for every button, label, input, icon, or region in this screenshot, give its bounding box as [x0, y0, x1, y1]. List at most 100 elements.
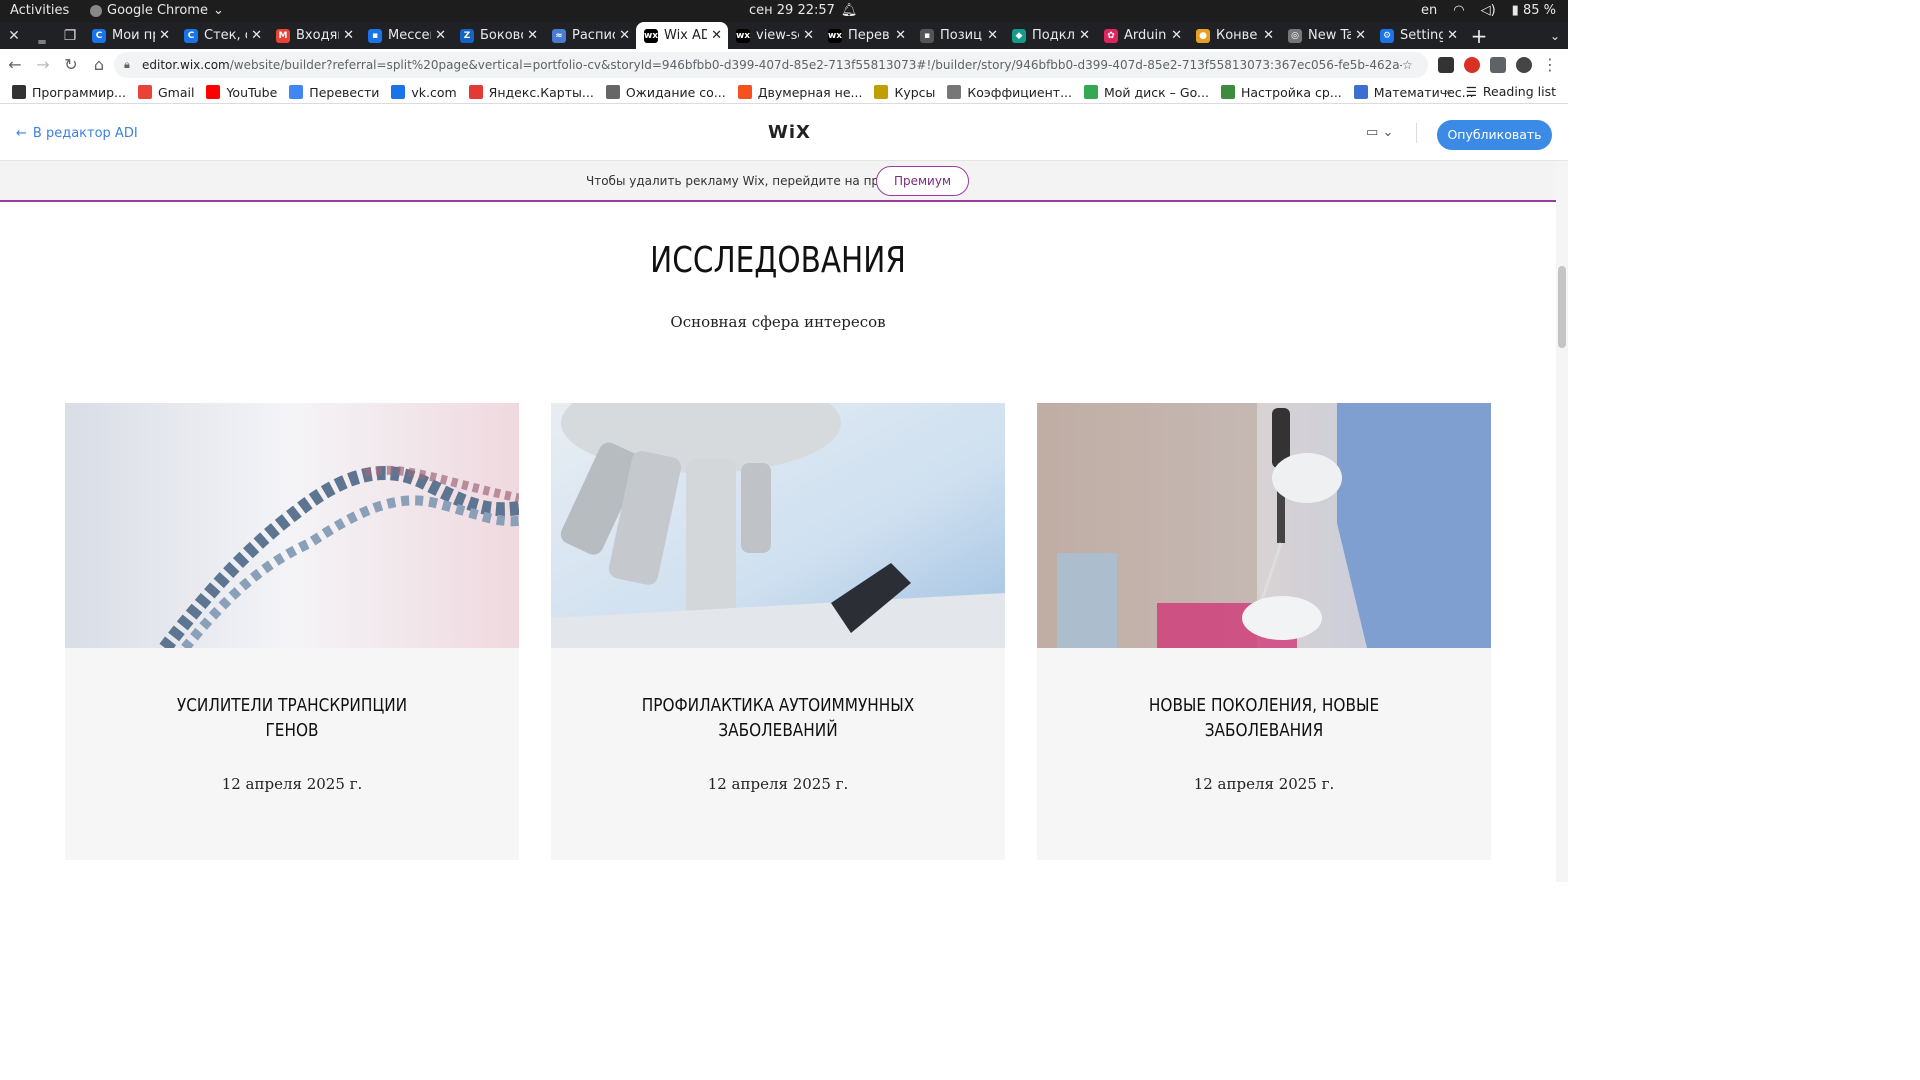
tab-favicon-icon: M: [276, 28, 290, 43]
volume-icon: ◁): [1480, 3, 1496, 18]
research-card[interactable]: НОВЫЕ ПОКОЛЕНИЯ, НОВЫЕ ЗАБОЛЕВАНИЯ 12 ап…: [1037, 403, 1491, 860]
activities-button[interactable]: Activities: [10, 3, 69, 18]
back-to-editor-link[interactable]: ← В редактор ADI: [16, 126, 138, 141]
research-card[interactable]: ПРОФИЛАКТИКА АУТОИММУННЫХ ЗАБОЛЕВАНИЙ 12…: [551, 403, 1005, 860]
bookmark-label: Программир...: [32, 84, 126, 100]
browser-tab[interactable]: Z Боково ✕: [452, 22, 544, 49]
extensions-puzzle-icon[interactable]: [1490, 56, 1506, 73]
premium-button[interactable]: Премиум: [876, 166, 969, 196]
home-icon[interactable]: ⌂: [86, 52, 112, 78]
reading-list-button[interactable]: ☰ Reading list: [1466, 84, 1556, 99]
more-bookmarks-icon[interactable]: »: [1444, 84, 1452, 99]
bookmark-star-icon[interactable]: ☆: [1402, 58, 1428, 72]
bookmark-item[interactable]: Курсы: [874, 85, 935, 100]
close-tab-icon[interactable]: ✕: [527, 28, 538, 43]
minimize-window-icon[interactable]: ‗: [28, 28, 56, 44]
close-tab-icon[interactable]: ✕: [1263, 28, 1274, 43]
card-title: УСИЛИТЕЛИ ТРАНСКРИПЦИИ ГЕНОВ: [116, 693, 468, 743]
browser-tab[interactable]: C Стек, о ✕: [176, 22, 268, 49]
close-window-icon[interactable]: ✕: [0, 28, 28, 44]
bookmark-label: vk.com: [411, 84, 457, 100]
bookmark-item[interactable]: Настройка ср...: [1220, 85, 1342, 100]
tab-title: Распис: [572, 28, 616, 43]
close-tab-icon[interactable]: ✕: [251, 28, 262, 43]
profile-avatar[interactable]: [1516, 56, 1532, 73]
banner-message: Чтобы удалить рекламу Wix, перейдите на …: [586, 174, 920, 188]
system-tray[interactable]: en ◠ ◁) ▮ 85 %: [1421, 3, 1556, 18]
section-title: ИССЛЕДОВАНИЯ: [650, 240, 906, 281]
tab-favicon-icon: C: [184, 28, 198, 43]
browser-tab[interactable]: ● Конве ✕: [1188, 22, 1280, 49]
device-switcher[interactable]: ▭ ⌄: [1366, 125, 1393, 140]
bookmark-item[interactable]: Математичес...: [1353, 85, 1474, 100]
scrollbar-thumb[interactable]: [1558, 266, 1566, 348]
browser-tab[interactable]: wx Перев ✕: [820, 22, 912, 49]
bookmark-item[interactable]: Программир...: [12, 85, 126, 100]
bookmark-item[interactable]: Яндекс.Карты...: [468, 85, 594, 100]
url-path: /website/builder?referral=split%20page&v…: [229, 58, 1402, 72]
bookmark-icon: [737, 85, 752, 99]
chrome-menu-icon[interactable]: ⋮: [1542, 55, 1558, 74]
bookmark-label: Мой диск – Go...: [1103, 84, 1209, 100]
tab-favicon-icon: ✿: [1104, 28, 1118, 43]
close-tab-icon[interactable]: ✕: [1079, 28, 1090, 43]
bookmark-label: Курсы: [894, 84, 936, 100]
browser-tab[interactable]: ✿ Arduin ✕: [1096, 22, 1188, 49]
bookmark-item[interactable]: vk.com: [391, 84, 457, 100]
bookmark-item[interactable]: Перевести: [289, 85, 379, 100]
extension-adblock-icon[interactable]: [1464, 56, 1480, 73]
browser-tab[interactable]: ≈ Распис ✕: [544, 22, 636, 49]
app-menu[interactable]: Google Chrome ⌄: [90, 3, 224, 18]
bookmark-item[interactable]: Мой диск – Go...: [1083, 84, 1209, 100]
language-indicator[interactable]: en: [1421, 3, 1437, 18]
close-tab-icon[interactable]: ✕: [987, 28, 998, 43]
card-title-line: ГЕНОВ: [265, 720, 319, 741]
close-tab-icon[interactable]: ✕: [159, 28, 170, 43]
extension-audio-icon[interactable]: [1438, 56, 1454, 73]
reload-icon[interactable]: ↻: [58, 52, 84, 78]
card-date: 12 апреля 2025 г.: [221, 775, 363, 793]
bookmark-item[interactable]: YouTube: [206, 85, 277, 100]
bookmark-item[interactable]: Двумерная не...: [737, 85, 862, 100]
bookmark-item[interactable]: Gmail: [137, 85, 194, 100]
publish-button[interactable]: Опубликовать: [1437, 120, 1552, 150]
close-tab-icon[interactable]: ✕: [1355, 28, 1366, 43]
browser-tab[interactable]: wx Wix AD ✕: [636, 22, 728, 49]
browser-tab[interactable]: ◆ Подкл ✕: [1004, 22, 1096, 49]
lock-icon[interactable]: 🔒︎: [124, 58, 138, 72]
close-tab-icon[interactable]: ✕: [1447, 28, 1458, 43]
bookmark-icon: [947, 85, 962, 99]
new-tab-icon[interactable]: +: [1464, 24, 1494, 48]
forward-arrow-icon[interactable]: →: [30, 52, 56, 78]
card-title-line: ЗАБОЛЕВАНИЯ: [1204, 720, 1324, 741]
tab-search-icon[interactable]: ⌄: [1542, 29, 1568, 43]
close-tab-icon[interactable]: ✕: [1171, 28, 1182, 43]
close-tab-icon[interactable]: ✕: [619, 28, 630, 43]
browser-tab[interactable]: ▪ Мессен ✕: [360, 22, 452, 49]
browser-tab[interactable]: ◎ New Ta ✕: [1280, 22, 1372, 49]
tab-favicon-icon: Z: [460, 28, 474, 43]
page-scrollbar[interactable]: [1556, 161, 1568, 882]
browser-tab[interactable]: C Мои пр ✕: [84, 22, 176, 49]
close-tab-icon[interactable]: ✕: [343, 28, 354, 43]
browser-tab[interactable]: ▪ Позиц ✕: [912, 22, 1004, 49]
clock[interactable]: сен 29 22:57 🔔︎: [749, 3, 857, 18]
close-tab-icon[interactable]: ✕: [711, 28, 722, 43]
restore-window-icon[interactable]: ❐: [56, 28, 84, 44]
browser-tab[interactable]: wx view-sc ✕: [728, 22, 820, 49]
bookmark-item[interactable]: Коэффициент...: [947, 85, 1072, 100]
url-host: editor.wix.com: [142, 58, 230, 72]
back-arrow-icon[interactable]: ←: [2, 52, 28, 78]
browser-tab[interactable]: ⚙ Setting ✕: [1372, 22, 1464, 49]
close-tab-icon[interactable]: ✕: [803, 28, 814, 43]
section-subtitle: Основная сфера интересов: [670, 313, 886, 331]
research-card[interactable]: УСИЛИТЕЛИ ТРАНСКРИПЦИИ ГЕНОВ 12 апреля 2…: [65, 403, 519, 860]
close-tab-icon[interactable]: ✕: [895, 28, 906, 43]
bookmark-item[interactable]: Ожидание со...: [605, 85, 726, 100]
close-tab-icon[interactable]: ✕: [435, 28, 446, 43]
browser-tab[interactable]: M Входящ ✕: [268, 22, 360, 49]
reading-list-label: Reading list: [1482, 84, 1556, 99]
url-text[interactable]: editor.wix.com/website/builder?referral=…: [142, 58, 1402, 72]
address-bar[interactable]: 🔒︎ editor.wix.com/website/builder?referr…: [114, 52, 1428, 78]
lab-pipette-image: [1037, 403, 1491, 648]
